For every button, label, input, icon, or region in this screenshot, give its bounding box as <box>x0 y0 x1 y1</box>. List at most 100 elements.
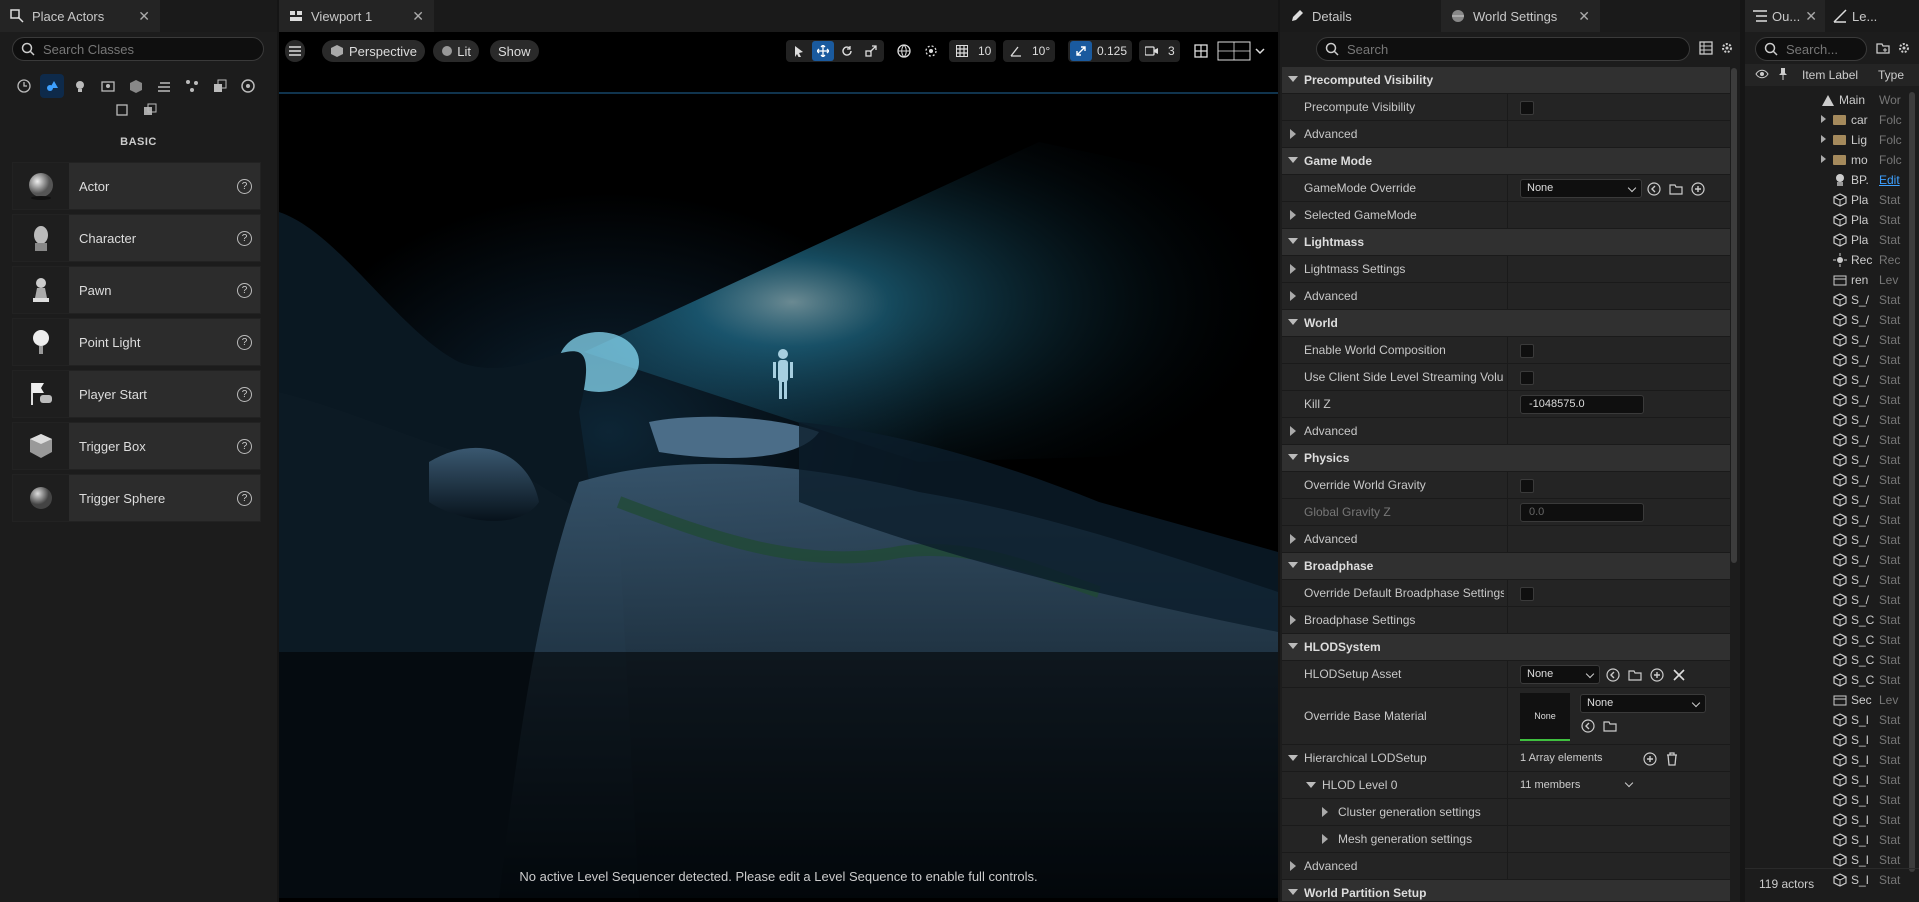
outliner-row[interactable]: Main Wor <box>1745 90 1919 110</box>
visual-effects-icon[interactable] <box>124 74 148 98</box>
viewport-layout-selector[interactable] <box>1215 40 1267 62</box>
tab-place-actors[interactable]: Place Actors ✕ <box>0 0 160 32</box>
kill-z-input[interactable]: -1048575.0 <box>1520 395 1644 414</box>
tab-outliner[interactable]: Ou... ✕ <box>1745 0 1825 32</box>
details-scrollbar[interactable] <box>1731 68 1737 563</box>
actor-item-trigger-box[interactable]: Trigger Box ? <box>12 422 261 470</box>
rotate-tool-icon[interactable] <box>836 41 858 61</box>
show-button[interactable]: Show <box>490 40 539 62</box>
lights-icon[interactable] <box>68 74 92 98</box>
table-view-icon[interactable] <box>1699 41 1713 55</box>
translate-tool-icon[interactable] <box>812 41 834 61</box>
outliner-row[interactable]: S_/Stat <box>1745 490 1919 510</box>
prop-advanced[interactable]: Advanced <box>1282 121 1730 148</box>
add-folder-icon[interactable] <box>1876 41 1890 55</box>
category-world[interactable]: World <box>1282 310 1730 337</box>
browse-folder-icon[interactable] <box>1603 719 1617 733</box>
outliner-row[interactable]: S_/Stat <box>1745 570 1919 590</box>
settings-gear-icon[interactable] <box>1720 41 1734 55</box>
outliner-row[interactable]: car Folc <box>1745 110 1919 130</box>
actor-item-pawn[interactable]: Pawn ? <box>12 266 261 314</box>
prop-selected-gamemode[interactable]: Selected GameMode <box>1282 202 1730 229</box>
visibility-eye-icon[interactable] <box>1755 68 1769 83</box>
pin-icon[interactable] <box>1778 68 1788 83</box>
category-lightmass[interactable]: Lightmass <box>1282 229 1730 256</box>
settings-gear-icon[interactable] <box>1897 41 1911 55</box>
outliner-row[interactable]: S_C Stat <box>1745 650 1919 670</box>
tab-levels[interactable]: Le... <box>1825 0 1919 32</box>
outliner-row[interactable]: ren Lev <box>1745 270 1919 290</box>
category-physics[interactable]: Physics <box>1282 445 1730 472</box>
outliner-row[interactable]: S_I Stat <box>1745 750 1919 770</box>
outliner-row[interactable]: S_I Stat <box>1745 810 1919 830</box>
help-icon[interactable]: ? <box>237 282 252 298</box>
category-hlod-system[interactable]: HLODSystem <box>1282 634 1730 661</box>
outliner-row[interactable]: Pla Stat <box>1745 210 1919 230</box>
help-icon[interactable]: ? <box>237 490 252 506</box>
surface-snap-icon[interactable] <box>920 41 942 61</box>
world-globe-icon[interactable] <box>893 41 915 61</box>
basic-icon[interactable] <box>40 74 64 98</box>
outliner-row[interactable]: Lig Folc <box>1745 130 1919 150</box>
search-classes-input[interactable]: Search Classes <box>12 37 264 61</box>
browse-back-icon[interactable] <box>1581 719 1595 733</box>
outliner-row[interactable]: S_/Stat <box>1745 510 1919 530</box>
browse-folder-icon[interactable] <box>1669 182 1683 196</box>
collapse-arrow-icon[interactable] <box>1821 115 1826 123</box>
gamemode-override-combo[interactable]: None <box>1520 179 1642 198</box>
tab-viewport-1[interactable]: Viewport 1 ✕ <box>279 0 434 32</box>
outliner-row[interactable]: S_I Stat <box>1745 790 1919 810</box>
outliner-row[interactable]: S_/Stat <box>1745 550 1919 570</box>
add-icon[interactable] <box>1650 668 1664 682</box>
outliner-row[interactable]: S_/Stat <box>1745 330 1919 350</box>
override-broadphase-checkbox[interactable] <box>1520 587 1534 601</box>
browse-folder-icon[interactable] <box>1628 668 1642 682</box>
perspective-button[interactable]: Perspective <box>322 40 425 62</box>
lit-button[interactable]: Lit <box>433 40 479 62</box>
category-game-mode[interactable]: Game Mode <box>1282 148 1730 175</box>
base-material-combo[interactable]: None <box>1580 694 1706 713</box>
collapse-arrow-icon[interactable] <box>1821 135 1826 143</box>
viewport-scene[interactable] <box>279 32 1278 898</box>
outliner-row[interactable]: S_/Stat <box>1745 290 1919 310</box>
tab-details[interactable]: Details <box>1280 0 1441 32</box>
help-icon[interactable]: ? <box>237 230 252 246</box>
outliner-row[interactable]: S_I Stat <box>1745 830 1919 850</box>
outliner-row[interactable]: S_I Stat <box>1745 710 1919 730</box>
category-broadphase[interactable]: Broadphase <box>1282 553 1730 580</box>
extra-icon[interactable] <box>138 98 162 122</box>
outliner-row[interactable]: S_I Stat <box>1745 730 1919 750</box>
details-search-input[interactable]: Search <box>1316 37 1690 61</box>
tab-world-settings[interactable]: World Settings ✕ <box>1441 0 1600 32</box>
close-icon[interactable]: ✕ <box>138 8 150 25</box>
prop-mesh-generation[interactable]: Mesh generation settings <box>1282 826 1730 853</box>
clear-x-icon[interactable] <box>1672 668 1686 682</box>
collapse-arrow-icon[interactable] <box>1821 155 1826 163</box>
outliner-row[interactable]: S_/Stat <box>1745 390 1919 410</box>
outliner-row[interactable]: S_/Stat <box>1745 310 1919 330</box>
actor-item-character[interactable]: Character ? <box>12 214 261 262</box>
outliner-row[interactable]: S_/Stat <box>1745 350 1919 370</box>
prop-advanced[interactable]: Advanced <box>1282 283 1730 310</box>
outliner-row[interactable]: S_/Stat <box>1745 430 1919 450</box>
close-icon[interactable]: ✕ <box>412 8 424 25</box>
precompute-visibility-checkbox[interactable] <box>1520 101 1534 115</box>
geometry-icon[interactable] <box>152 74 176 98</box>
help-icon[interactable]: ? <box>237 386 252 402</box>
prop-advanced[interactable]: Advanced <box>1282 418 1730 445</box>
outliner-row[interactable]: BP. Edit <box>1745 170 1919 190</box>
outliner-row[interactable]: S_I Stat <box>1745 850 1919 870</box>
actor-item-actor[interactable]: Actor ? <box>12 162 261 210</box>
browse-back-icon[interactable] <box>1606 668 1620 682</box>
outliner-row[interactable]: Rec Rec <box>1745 250 1919 270</box>
prop-hierarchical-lod-setup[interactable]: Hierarchical LODSetup 1 Array elements <box>1282 745 1730 772</box>
all-classes-icon[interactable] <box>208 74 232 98</box>
outliner-row[interactable]: S_C Stat <box>1745 670 1919 690</box>
actor-item-player-start[interactable]: Player Start ? <box>12 370 261 418</box>
prop-cluster-generation[interactable]: Cluster generation settings <box>1282 799 1730 826</box>
volumes-icon[interactable] <box>180 74 204 98</box>
layout-grid-icon[interactable] <box>1190 41 1212 61</box>
material-thumbnail[interactable]: None <box>1520 693 1570 741</box>
outliner-row[interactable]: mo Folc <box>1745 150 1919 170</box>
camera-speed-control[interactable]: 3 <box>1139 40 1180 62</box>
